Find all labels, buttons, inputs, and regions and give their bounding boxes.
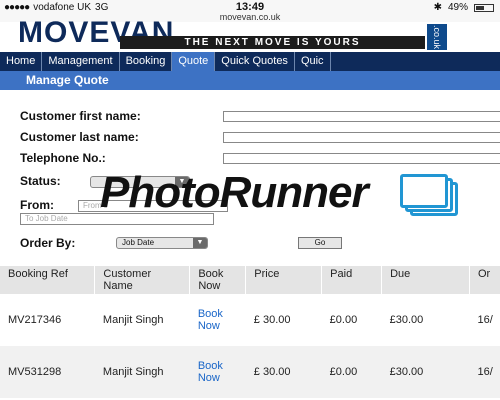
cell-order-date: 16/ bbox=[469, 346, 500, 398]
col-order-date[interactable]: Or bbox=[469, 266, 500, 294]
logo-tagline: THE NEXT MOVE IS YOURS bbox=[120, 36, 425, 49]
battery-fill bbox=[476, 5, 484, 10]
from-label: From: bbox=[20, 198, 54, 212]
table-header-row: Booking Ref Customer Name Book Now Price… bbox=[0, 266, 500, 294]
watermark: PhotoRunner bbox=[100, 166, 470, 221]
table-row[interactable]: MV217346 Manjit Singh Book Now £ 30.00 £… bbox=[0, 294, 500, 346]
cell-due: £30.00 bbox=[381, 346, 470, 398]
last-name-label: Customer last name: bbox=[20, 130, 139, 144]
logo-domain-suffix: .co.uk bbox=[427, 24, 447, 50]
section-title: Manage Quote bbox=[0, 71, 500, 90]
order-by-label: Order By: bbox=[20, 236, 76, 250]
chevron-down-icon: ▼ bbox=[193, 238, 207, 248]
stacked-frames-icon bbox=[400, 174, 462, 216]
nav-item-quote[interactable]: Quote bbox=[172, 52, 216, 71]
logo-banner: MOVEVAN THE NEXT MOVE IS YOURS .co.uk bbox=[0, 16, 500, 52]
telephone-input[interactable] bbox=[223, 153, 500, 164]
col-customer-name[interactable]: Customer Name bbox=[94, 266, 191, 294]
order-by-select[interactable]: Job Date ▼ bbox=[116, 237, 208, 249]
book-now-link[interactable]: Book Now bbox=[198, 308, 223, 332]
col-booking-ref[interactable]: Booking Ref bbox=[0, 266, 96, 294]
cell-price: £ 30.00 bbox=[253, 314, 291, 326]
main-nav: Home Management Booking Quote Quick Quot… bbox=[0, 52, 500, 71]
cell-booking-ref: MV531298 bbox=[0, 346, 95, 398]
watermark-text: PhotoRunner bbox=[100, 168, 369, 217]
order-by-select-value: Job Date bbox=[122, 238, 155, 247]
book-now-link[interactable]: Book Now bbox=[198, 360, 223, 384]
status-label: Status: bbox=[20, 174, 61, 188]
col-paid[interactable]: Paid bbox=[321, 266, 383, 294]
nav-item-quick-quotes[interactable]: Quick Quotes bbox=[215, 52, 295, 71]
cell-booking-ref: MV217346 bbox=[8, 314, 62, 326]
cell-customer-name: Manjit Singh bbox=[94, 346, 190, 398]
cell-paid: £0.00 bbox=[329, 314, 358, 326]
last-name-input[interactable] bbox=[223, 132, 500, 143]
bluetooth-icon: ✱ bbox=[433, 2, 442, 13]
nav-item-booking[interactable]: Booking bbox=[120, 52, 173, 71]
col-price[interactable]: Price bbox=[245, 266, 323, 294]
battery-percent: 49% bbox=[447, 2, 468, 13]
cell-order-date: 16/ bbox=[477, 314, 493, 326]
cell-price: £ 30.00 bbox=[245, 346, 322, 398]
col-book-now[interactable]: Book Now bbox=[189, 266, 247, 294]
cell-customer-name: Manjit Singh bbox=[102, 314, 164, 326]
telephone-label: Telephone No.: bbox=[20, 151, 106, 165]
cell-paid: £0.00 bbox=[321, 346, 382, 398]
table-row[interactable]: MV531298 Manjit Singh Book Now £ 30.00 £… bbox=[0, 346, 500, 398]
go-button[interactable]: Go bbox=[298, 237, 342, 249]
battery-icon bbox=[474, 3, 494, 12]
col-due[interactable]: Due bbox=[381, 266, 470, 294]
nav-item-quick-truncated[interactable]: Quic bbox=[295, 52, 331, 71]
nav-item-home[interactable]: Home bbox=[0, 52, 43, 71]
first-name-input[interactable] bbox=[223, 111, 500, 122]
cell-due: £30.00 bbox=[389, 314, 424, 326]
nav-item-management[interactable]: Management bbox=[42, 52, 120, 71]
status-right: ✱ 49% bbox=[434, 2, 494, 13]
quotes-table: Booking Ref Customer Name Book Now Price… bbox=[0, 266, 500, 398]
first-name-label: Customer first name: bbox=[20, 109, 141, 123]
